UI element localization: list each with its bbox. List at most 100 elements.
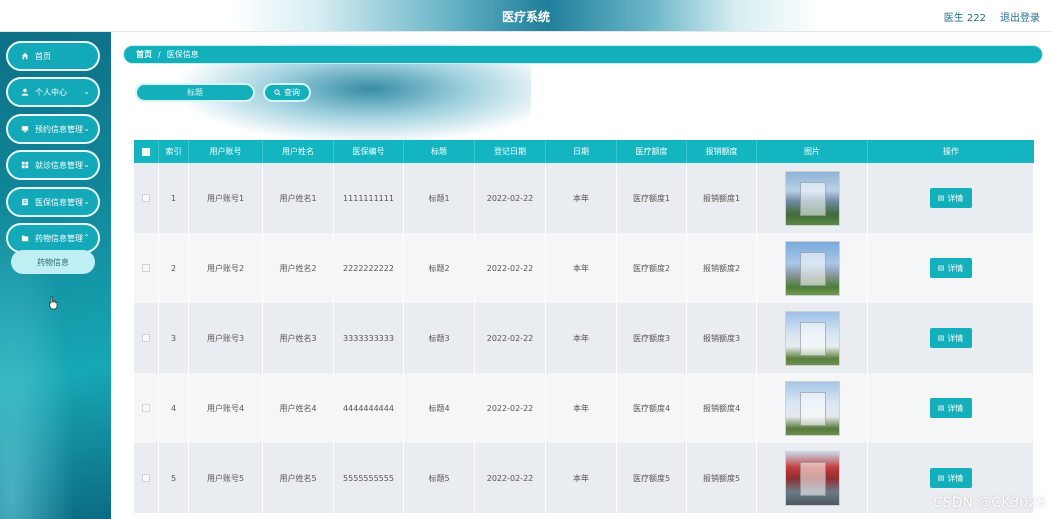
table-cell-title: 标题1 <box>404 163 475 233</box>
table-row: 4 用户账号4 用户姓名4 4444444444 标题4 2022-02-22 本年 医疗额度… <box>134 373 1034 443</box>
detail-button[interactable]: ▤ 详情 <box>929 398 972 418</box>
sidebar-subitem-label: 药物信息 <box>37 257 69 267</box>
table-cell-medical-quota: 医疗额度2 <box>617 233 687 303</box>
sidebar-item-home[interactable]: 首页 <box>6 41 100 71</box>
table-cell-insurance-no: 1111111111 <box>334 163 404 233</box>
sidebar-item-label: 医保信息管理 <box>35 197 83 207</box>
column-header: 索引 <box>159 140 189 163</box>
detail-icon: ▤ <box>937 264 945 272</box>
column-header: 图片 <box>757 140 868 163</box>
chevron-down-icon: ⌄ <box>83 124 90 133</box>
row-action-cell: ▤ 详情 <box>868 233 1034 303</box>
row-checkbox[interactable] <box>134 443 159 513</box>
sidebar-item-label: 药物信息管理 <box>35 233 83 243</box>
table-cell-reimburse-quota: 报销额度1 <box>687 163 757 233</box>
table-cell-reimburse-quota: 报销额度2 <box>687 233 757 303</box>
column-header: 报销额度 <box>687 140 757 163</box>
table-cell-account: 用户账号3 <box>189 303 263 373</box>
logout-link[interactable]: 退出登录 <box>1000 9 1040 24</box>
table-cell-account: 用户账号5 <box>189 443 263 513</box>
hospital-building-image[interactable] <box>784 380 840 436</box>
table-cell-register-date: 2022-02-22 <box>475 373 546 443</box>
chevron-down-icon: ⌄ <box>83 160 90 169</box>
grid-icon <box>20 160 30 170</box>
detail-button[interactable]: ▤ 详情 <box>929 468 972 488</box>
chevron-up-icon: ⌃ <box>83 233 90 242</box>
hospital-building-image[interactable] <box>784 310 840 366</box>
row-checkbox[interactable] <box>134 373 159 443</box>
row-checkbox[interactable] <box>134 163 159 233</box>
table-cell-reimburse-quota: 报销额度3 <box>687 303 757 373</box>
column-header: 标题 <box>404 140 475 163</box>
breadcrumb: 首页 / 医保信息 <box>123 45 1043 64</box>
folder-icon <box>20 233 30 243</box>
hospital-building-image[interactable] <box>784 240 840 296</box>
search-button[interactable]: 查询 <box>263 83 311 102</box>
column-header: 用户账号 <box>189 140 263 163</box>
table-cell-account: 用户账号1 <box>189 163 263 233</box>
table-cell-date: 本年 <box>546 303 617 373</box>
row-checkbox[interactable] <box>134 233 159 303</box>
sidebar-item-appointment[interactable]: 预约信息管理 ⌄ <box>6 114 100 144</box>
app-title: 医疗系统 <box>501 10 550 24</box>
table-row: 2 用户账号2 用户姓名2 2222222222 标题2 2022-02-22 本年 医疗额度… <box>134 233 1034 303</box>
search-placeholder: 标题 <box>187 88 203 97</box>
table-cell-index: 5 <box>159 443 189 513</box>
table-cell-register-date: 2022-02-22 <box>475 303 546 373</box>
row-image-cell <box>757 373 868 443</box>
hospital-building-image[interactable] <box>784 450 840 506</box>
sidebar-subitem-medicine-info[interactable]: 药物信息 <box>11 250 95 274</box>
table-cell-index: 3 <box>159 303 189 373</box>
sidebar-item-medicine[interactable]: 药物信息管理 ⌃ <box>6 223 100 253</box>
table-cell-reimburse-quota: 报销额度4 <box>687 373 757 443</box>
table-cell-title: 标题5 <box>404 443 475 513</box>
table-cell-name: 用户姓名1 <box>263 163 334 233</box>
hospital-building-image[interactable] <box>784 170 840 226</box>
detail-icon: ▤ <box>937 334 945 342</box>
detail-button[interactable]: ▤ 详情 <box>929 188 972 208</box>
home-icon <box>20 51 30 61</box>
table-cell-name: 用户姓名4 <box>263 373 334 443</box>
row-action-cell: ▤ 详情 <box>868 373 1034 443</box>
table-cell-register-date: 2022-02-22 <box>475 233 546 303</box>
detail-button[interactable]: ▤ 详情 <box>929 258 972 278</box>
column-header: 医保编号 <box>334 140 404 163</box>
chevron-down-icon: ⌄ <box>83 197 90 206</box>
detail-button[interactable]: ▤ 详情 <box>929 328 972 348</box>
column-header: 日期 <box>546 140 617 163</box>
table-cell-reimburse-quota: 报销额度5 <box>687 443 757 513</box>
table-cell-date: 本年 <box>546 233 617 303</box>
column-header: 操作 <box>943 147 959 156</box>
hand-cursor-icon <box>49 296 58 310</box>
main-content: 首页 / 医保信息 标题 查询 索引 用户账号 用户姓名 医保编号 标题 登记日… <box>111 32 1052 519</box>
breadcrumb-home[interactable]: 首页 <box>136 49 152 60</box>
table-cell-register-date: 2022-02-22 <box>475 163 546 233</box>
sidebar-item-personal-center[interactable]: 个人中心 ⌄ <box>6 77 100 107</box>
user-icon <box>20 87 30 97</box>
table-cell-insurance-no: 5555555555 <box>334 443 404 513</box>
detail-button-label: 详情 <box>947 473 964 483</box>
table-cell-medical-quota: 医疗额度4 <box>617 373 687 443</box>
row-checkbox[interactable] <box>134 303 159 373</box>
breadcrumb-separator: / <box>158 50 161 59</box>
search-icon <box>274 89 281 96</box>
detail-button-label: 详情 <box>947 403 964 413</box>
current-user[interactable]: 医生 222 <box>944 9 986 24</box>
sidebar-item-label: 个人中心 <box>35 87 67 97</box>
chevron-down-icon: ⌄ <box>83 87 90 96</box>
table-row: 3 用户账号3 用户姓名3 3333333333 标题3 2022-02-22 本年 医疗额度… <box>134 303 1034 373</box>
header-user-area: 医生 222 退出登录 <box>944 9 1040 24</box>
table-cell-account: 用户账号4 <box>189 373 263 443</box>
detail-button-label: 详情 <box>947 193 964 203</box>
table-cell-medical-quota: 医疗额度5 <box>617 443 687 513</box>
table-cell-insurance-no: 4444444444 <box>334 373 404 443</box>
search-input[interactable]: 标题 <box>135 83 255 102</box>
row-image-cell <box>757 163 868 233</box>
row-image-cell <box>757 303 868 373</box>
sidebar-item-visit[interactable]: 就诊信息管理 ⌄ <box>6 150 100 180</box>
select-all-checkbox[interactable] <box>134 140 159 163</box>
table-cell-account: 用户账号2 <box>189 233 263 303</box>
sidebar-item-insurance[interactable]: 医保信息管理 ⌄ <box>6 187 100 217</box>
detail-button-label: 详情 <box>947 333 964 343</box>
table-cell-name: 用户姓名5 <box>263 443 334 513</box>
